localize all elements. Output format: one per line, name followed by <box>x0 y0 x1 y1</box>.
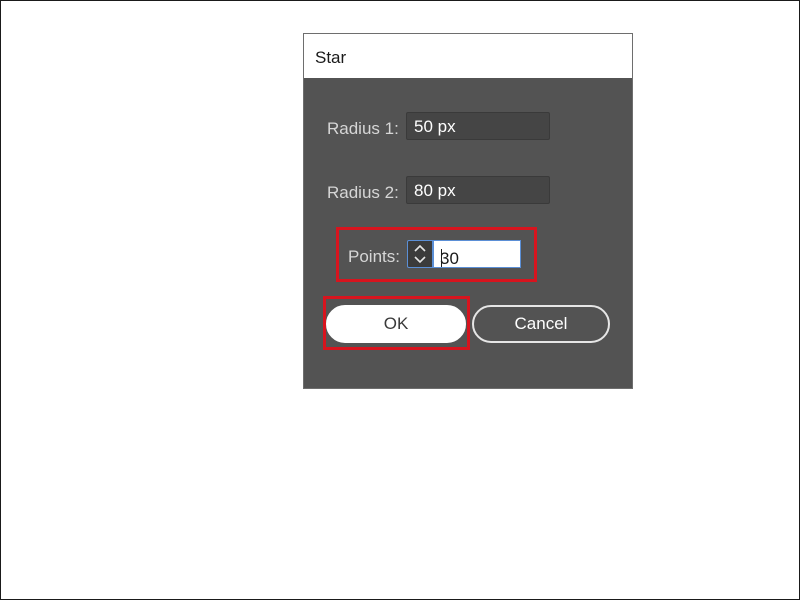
star-dialog: Star Radius 1: 50 px Radius 2: 80 px Poi… <box>303 33 633 389</box>
radius2-label: Radius 2: <box>327 183 399 202</box>
points-label: Points: <box>348 247 400 266</box>
radius2-value: 80 px <box>414 181 456 200</box>
dialog-title: Star <box>315 48 347 67</box>
dialog-titlebar: Star <box>304 34 632 78</box>
text-caret <box>441 249 442 267</box>
radius1-field[interactable]: 50 px <box>406 112 550 140</box>
cancel-button[interactable]: Cancel <box>472 305 610 343</box>
radius1-label: Radius 1: <box>327 119 399 138</box>
up-down-chevron-icon <box>414 244 426 264</box>
radius1-value: 50 px <box>414 117 456 136</box>
ok-button[interactable]: OK <box>326 305 466 343</box>
radius2-field[interactable]: 80 px <box>406 176 550 204</box>
screen-frame: Star Radius 1: 50 px Radius 2: 80 px Poi… <box>0 0 800 600</box>
points-stepper[interactable] <box>407 240 433 268</box>
points-input[interactable]: 30 <box>433 240 521 268</box>
points-value: 30 <box>440 249 459 268</box>
